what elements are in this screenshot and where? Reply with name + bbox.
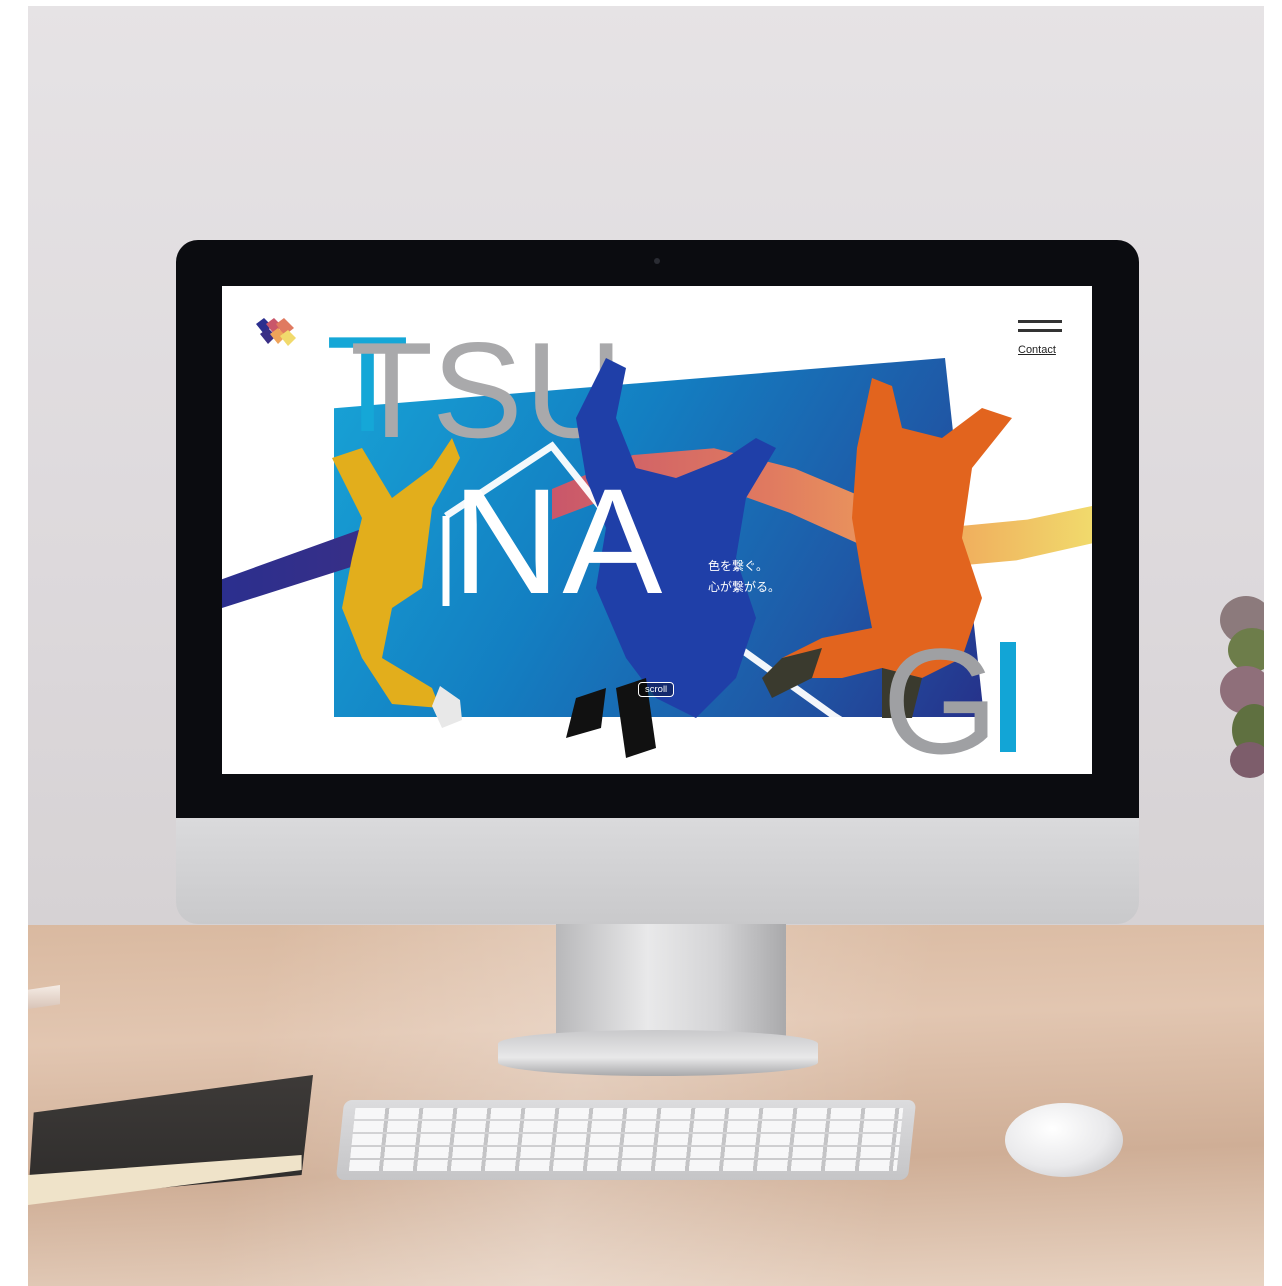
keyboard-keys bbox=[348, 1108, 904, 1172]
monitor-stand-base bbox=[498, 1030, 818, 1076]
mouse bbox=[1005, 1103, 1123, 1177]
imac-monitor: T T SU NA G Contact 色を繋ぐ。 心が繋がる。 scroll bbox=[176, 240, 1139, 924]
tagline: 色を繋ぐ。 心が繋がる。 bbox=[708, 556, 780, 598]
plant-icon bbox=[1220, 596, 1266, 778]
tagline-line-1: 色を繋ぐ。 bbox=[708, 559, 769, 573]
title-letters-na: NA bbox=[452, 457, 665, 625]
menu-line bbox=[1018, 320, 1062, 323]
yellow-jumpsuit-person bbox=[332, 438, 462, 728]
hamburger-menu-icon[interactable] bbox=[1018, 320, 1062, 336]
frame-border-right bbox=[1264, 0, 1282, 1286]
monitor-bezel: T T SU NA G Contact 色を繋ぐ。 心が繋がる。 scroll bbox=[176, 240, 1139, 818]
tsunagi-logo-icon[interactable] bbox=[254, 318, 296, 348]
contact-link[interactable]: Contact bbox=[1018, 344, 1056, 356]
camera-icon bbox=[654, 258, 660, 264]
keyboard bbox=[335, 1100, 917, 1180]
photo-scene: T T SU NA G Contact 色を繋ぐ。 心が繋がる。 scroll bbox=[0, 0, 1282, 1286]
title-letter-g: G bbox=[882, 617, 999, 774]
monitor-stand bbox=[556, 924, 786, 1044]
frame-border-top bbox=[0, 0, 1282, 6]
scroll-button[interactable]: scroll bbox=[638, 682, 675, 697]
frame-border-left bbox=[0, 0, 28, 1286]
website-screen: T T SU NA G Contact 色を繋ぐ。 心が繋がる。 scroll bbox=[222, 286, 1092, 774]
menu-line bbox=[1018, 329, 1062, 332]
title-letter-i bbox=[1000, 642, 1016, 752]
tagline-line-2: 心が繋がる。 bbox=[708, 580, 781, 594]
monitor-chin bbox=[176, 818, 1139, 924]
